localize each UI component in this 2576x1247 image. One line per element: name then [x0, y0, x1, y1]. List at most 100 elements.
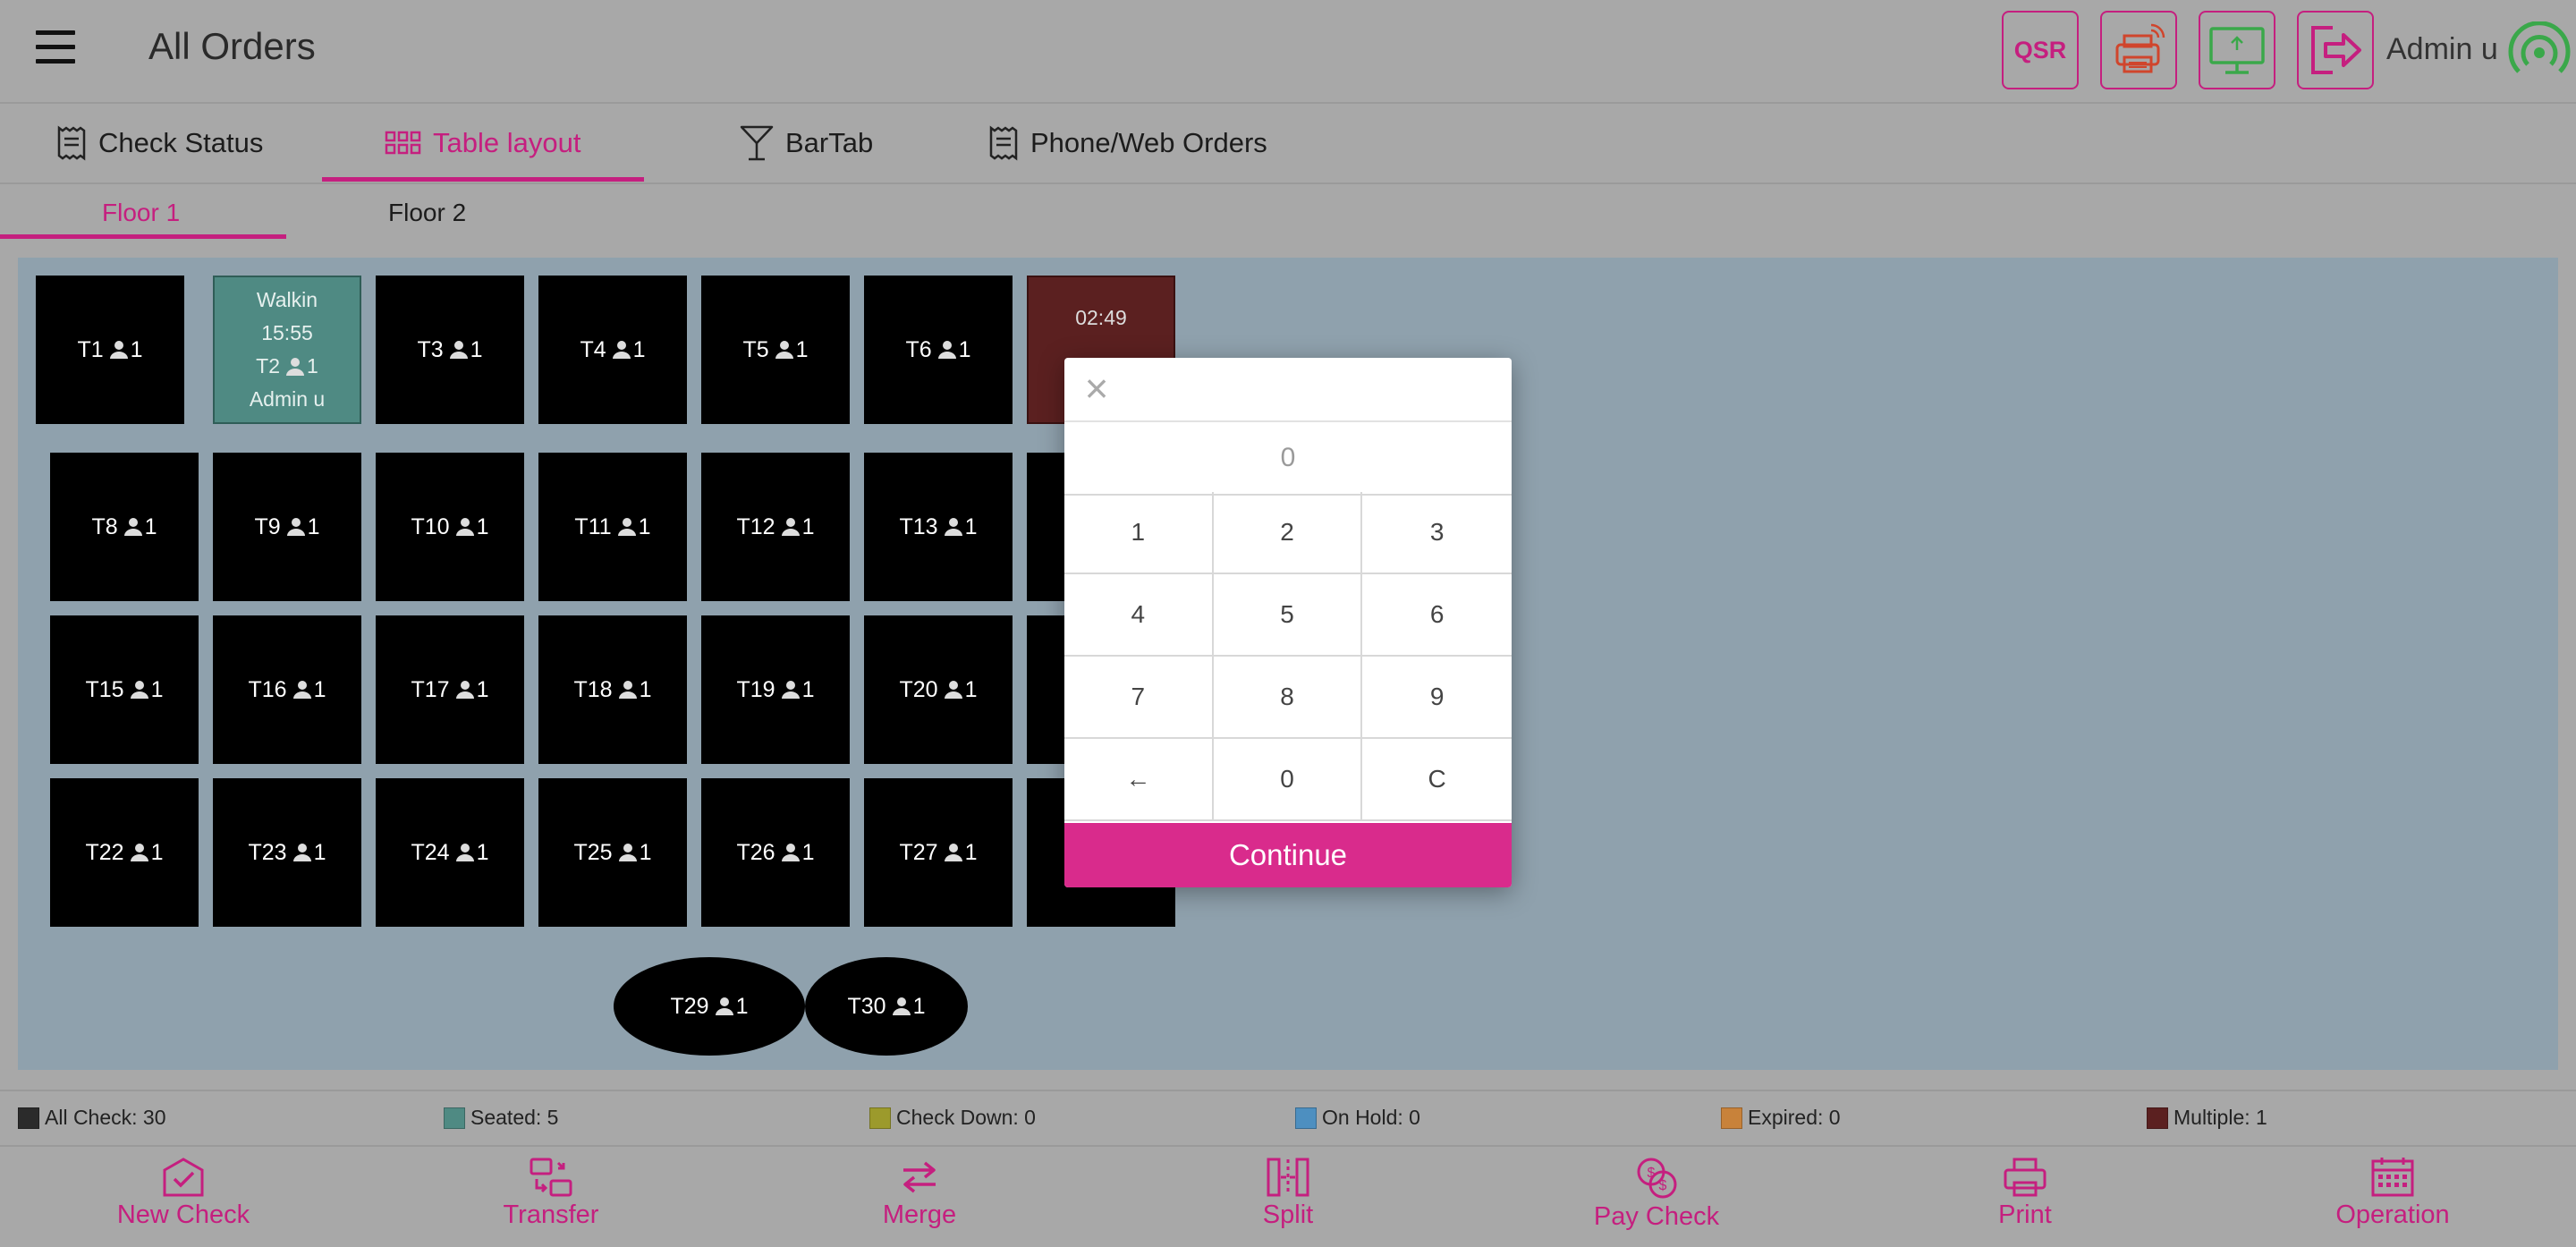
transfer-button[interactable]: Transfer	[453, 1156, 649, 1242]
svg-text:$: $	[1648, 1166, 1656, 1181]
table-t13[interactable]: T13 1	[864, 453, 1013, 601]
tab-phone-web-orders[interactable]: Phone/Web Orders	[987, 104, 1267, 182]
guest-count: 1	[313, 676, 326, 702]
pay-check-icon: $ $	[1637, 1158, 1677, 1199]
user-name: Admin u	[2386, 32, 2498, 66]
key-1[interactable]: 1	[1064, 492, 1214, 574]
wireless-printer-icon	[2115, 23, 2165, 73]
key-9[interactable]: 9	[1362, 657, 1512, 739]
guest-count: 1	[144, 513, 157, 539]
table-name: T4	[580, 336, 606, 362]
guest-count: 1	[639, 839, 652, 865]
key-8[interactable]: 8	[1213, 657, 1363, 739]
table-t19[interactable]: T19 1	[701, 615, 850, 764]
tab-bartab[interactable]: BarTab	[739, 104, 873, 182]
table-t8[interactable]: T8 1	[50, 453, 199, 601]
table-t5[interactable]: T5 1	[701, 276, 850, 424]
legend-label: All Check: 30	[45, 1106, 166, 1129]
new-check-icon	[163, 1158, 204, 1197]
key-2[interactable]: 2	[1213, 492, 1363, 574]
tab-label: Table layout	[433, 127, 581, 158]
table-t10[interactable]: T10 1	[376, 453, 524, 601]
table-t15[interactable]: T15 1	[50, 615, 199, 764]
table-time: 02:49	[1075, 306, 1127, 329]
table-t23[interactable]: T23 1	[213, 778, 361, 927]
operation-button[interactable]: Operation	[2294, 1156, 2491, 1242]
key-5[interactable]: 5	[1213, 574, 1363, 657]
table-t3[interactable]: T3 1	[376, 276, 524, 424]
merge-button[interactable]: Merge	[821, 1156, 1018, 1242]
table-t27[interactable]: T27 1	[864, 778, 1013, 927]
clear-key[interactable]: C	[1362, 739, 1512, 821]
legend-label: Seated: 5	[470, 1106, 559, 1129]
continue-button[interactable]: Continue	[1064, 823, 1512, 887]
guest-count: 1	[639, 676, 652, 702]
table-t12[interactable]: T12 1	[701, 453, 850, 601]
guest-count: 1	[638, 513, 651, 539]
close-icon[interactable]: ×	[1077, 365, 1116, 411]
table-t17[interactable]: T17 1	[376, 615, 524, 764]
connection-status-icon	[2508, 21, 2571, 73]
floor-tab-1[interactable]: Floor 1	[102, 199, 180, 227]
floor-tab-2[interactable]: Floor 2	[388, 199, 466, 227]
tab-check-status[interactable]: Check Status	[55, 104, 263, 182]
table-t20[interactable]: T20 1	[864, 615, 1013, 764]
table-t24[interactable]: T24 1	[376, 778, 524, 927]
person-icon	[123, 518, 142, 536]
table-t2[interactable]: Walkin 15:55 T2 1 Admin u	[213, 276, 361, 424]
key-7[interactable]: 7	[1064, 657, 1214, 739]
table-t22[interactable]: T22 1	[50, 778, 199, 927]
guest-count: 1	[130, 336, 143, 362]
guest-count: 1	[964, 676, 978, 702]
table-name: T29	[670, 993, 709, 1019]
table-t1[interactable]: T1 1	[36, 276, 184, 424]
table-t29[interactable]: T29 1	[614, 957, 805, 1056]
qsr-button[interactable]: QSR	[2002, 11, 2079, 89]
table-t6[interactable]: T6 1	[864, 276, 1013, 424]
key-0[interactable]: 0	[1213, 739, 1363, 821]
legend-label: Check Down: 0	[896, 1106, 1036, 1129]
person-icon	[286, 357, 305, 376]
table-t18[interactable]: T18 1	[538, 615, 687, 764]
guest-count-dialog: × 0 1 2 3 4 5 6 7 8 9 ← 0 C Continue	[1064, 358, 1512, 887]
table-time: 15:55	[261, 321, 313, 344]
key-3[interactable]: 3	[1362, 492, 1512, 574]
table-t26[interactable]: T26 1	[701, 778, 850, 927]
table-t4[interactable]: T4 1	[538, 276, 687, 424]
tab-table-layout[interactable]: Table layout	[385, 104, 580, 182]
guest-count: 1	[476, 839, 489, 865]
guest-count: 1	[476, 676, 489, 702]
table-t9[interactable]: T9 1	[213, 453, 361, 601]
table-t30[interactable]: T30 1	[805, 957, 968, 1056]
split-icon	[1267, 1158, 1309, 1197]
grid-icon	[385, 131, 421, 155]
key-6[interactable]: 6	[1362, 574, 1512, 657]
person-icon	[617, 518, 636, 536]
receipt-icon	[57, 125, 86, 161]
table-t11[interactable]: T11 1	[538, 453, 687, 601]
split-button[interactable]: Split	[1190, 1156, 1386, 1242]
calendar-icon	[2371, 1158, 2414, 1197]
pay-check-button[interactable]: $ $ Pay Check	[1558, 1156, 1755, 1242]
guest-count: 1	[632, 336, 646, 362]
table-t25[interactable]: T25 1	[538, 778, 687, 927]
print-button[interactable]: Print	[1927, 1156, 2123, 1242]
backspace-key[interactable]: ←	[1064, 739, 1214, 821]
table-name: T19	[736, 676, 775, 702]
new-check-button[interactable]: New Check	[85, 1156, 282, 1242]
table-name: T12	[736, 513, 775, 539]
person-icon	[775, 341, 793, 359]
guest-count: 1	[801, 839, 815, 865]
floor-tabs: Floor 1 Floor 2	[0, 184, 2576, 239]
printer-status-button[interactable]	[2100, 11, 2177, 89]
legend-swatch	[444, 1107, 465, 1129]
key-4[interactable]: 4	[1064, 574, 1214, 657]
table-name: T25	[573, 839, 613, 865]
bottom-action-bar: New Check Transfer Merge Split $ $ Pay C…	[0, 1145, 2576, 1247]
table-t16[interactable]: T16 1	[213, 615, 361, 764]
menu-icon[interactable]	[36, 30, 75, 70]
table-name: T3	[417, 336, 444, 362]
logout-button[interactable]	[2297, 11, 2374, 89]
customer-display-button[interactable]	[2199, 11, 2275, 89]
legend-swatch	[18, 1107, 39, 1129]
